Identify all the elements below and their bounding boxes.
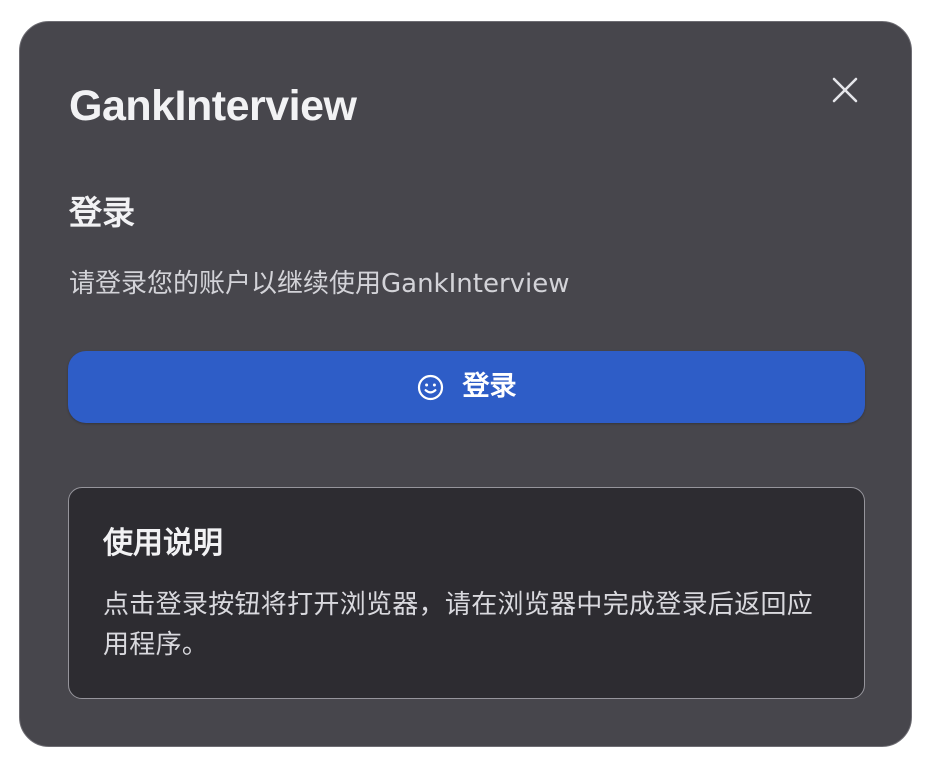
close-icon <box>832 77 858 107</box>
login-dialog: GankInterview 登录 请登录您的账户以继续使用GankIntervi… <box>19 21 912 747</box>
section-heading: 登录 <box>69 193 135 232</box>
subtitle: 请登录您的账户以继续使用GankInterview <box>69 269 570 299</box>
close-button[interactable] <box>825 72 865 112</box>
app-title: GankInterview <box>69 82 357 130</box>
smile-icon <box>417 374 444 401</box>
instructions-title: 使用说明 <box>103 526 223 561</box>
login-button-label: 登录 <box>462 371 517 402</box>
instructions-panel: 使用说明 点击登录按钮将打开浏览器，请在浏览器中完成登录后返回应用程序。 <box>68 487 865 699</box>
login-button[interactable]: 登录 <box>68 351 865 423</box>
instructions-text: 点击登录按钮将打开浏览器，请在浏览器中完成登录后返回应用程序。 <box>103 590 814 660</box>
